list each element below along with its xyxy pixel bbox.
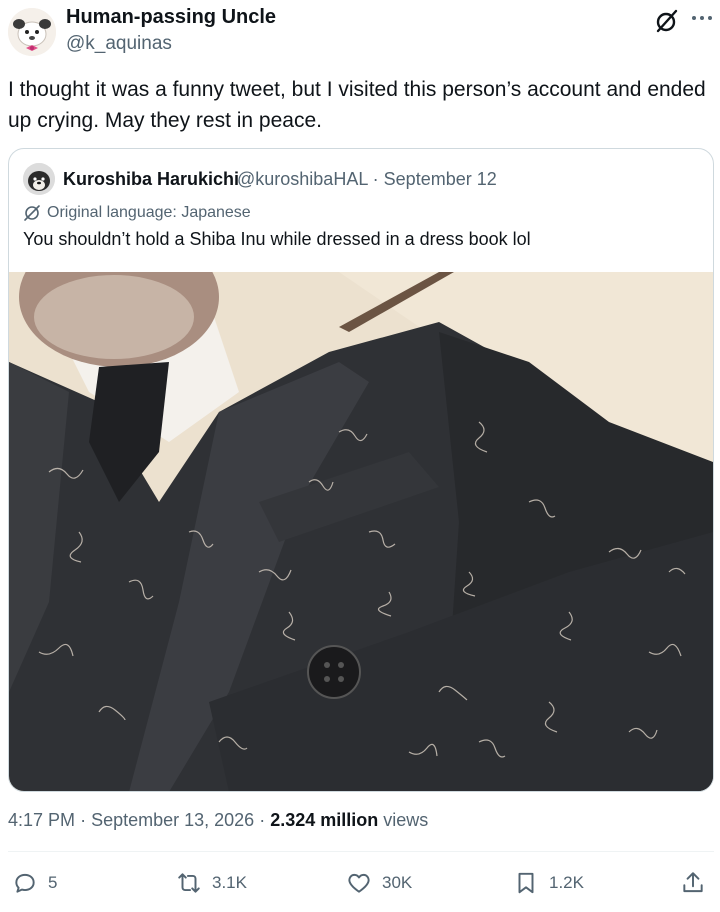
reply-button[interactable]: 5 <box>12 866 57 900</box>
tweet-date[interactable]: September 13, 2026 <box>91 810 254 830</box>
retweet-icon <box>178 873 200 893</box>
quoted-tweet-text: You shouldn’t hold a Shiba Inu while dre… <box>23 229 531 249</box>
like-count: 30K <box>382 873 413 892</box>
translate-icon <box>24 205 40 221</box>
meta-separator: · <box>80 810 87 830</box>
share-button[interactable] <box>680 866 706 900</box>
bookmark-icon <box>518 872 534 894</box>
tweet-meta: 4:17 PM · September 13, 2026 · 2.324 mil… <box>8 810 428 831</box>
share-icon <box>683 872 703 893</box>
grok-icon[interactable] <box>654 8 680 34</box>
more-icon[interactable] <box>688 6 716 30</box>
bookmark-button[interactable]: 1.2K <box>513 866 584 900</box>
photo-suit-with-dog-hair <box>9 272 713 791</box>
original-language-label: Original language: Japanese <box>47 204 251 221</box>
reply-count: 5 <box>48 873 58 892</box>
bookmark-count: 1.2K <box>549 873 584 892</box>
views-count: 2.324 million <box>270 810 379 830</box>
divider <box>8 851 714 852</box>
quoted-photo[interactable] <box>9 272 713 791</box>
quoted-display-name[interactable]: Kuroshiba Harukichi <box>63 169 239 190</box>
retweet-button[interactable]: 3.1K <box>176 866 247 900</box>
quoted-handle-date[interactable]: @kuroshibaHAL · September 12 <box>237 169 497 190</box>
views-label: views <box>383 810 429 830</box>
author-handle[interactable]: @k_aquinas <box>66 33 172 55</box>
meta-separator: · <box>259 810 266 830</box>
tweet-page: Human-passing Uncle @k_aquinas I thought… <box>0 0 720 912</box>
author-display-name[interactable]: Human-passing Uncle <box>66 6 276 29</box>
reply-icon <box>15 873 35 893</box>
like-icon <box>348 873 370 893</box>
retweet-count: 3.1K <box>212 873 247 892</box>
tweet-time[interactable]: 4:17 PM <box>8 810 75 830</box>
original-language-note[interactable]: Original language: Japanese <box>23 204 251 222</box>
tweet-text: I thought it was a funny tweet, but I vi… <box>8 78 706 132</box>
quoted-tweet-card[interactable]: Kuroshiba Harukichi @kuroshibaHAL · Sept… <box>8 148 714 792</box>
like-button[interactable]: 30K <box>346 866 412 900</box>
author-avatar[interactable] <box>8 8 56 56</box>
quoted-author-avatar[interactable] <box>23 163 55 195</box>
